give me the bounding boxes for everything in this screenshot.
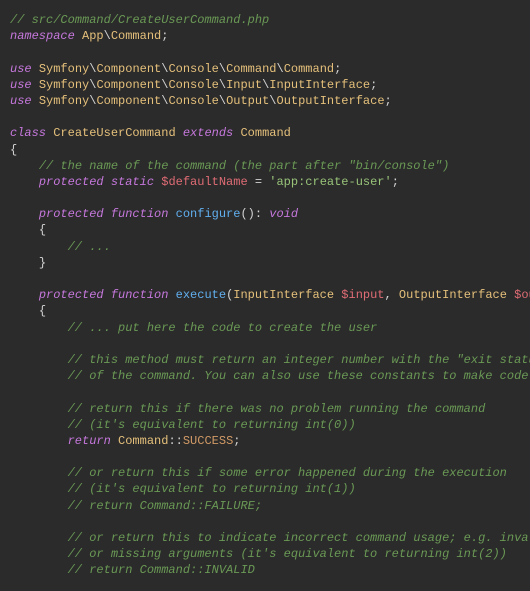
function-name: execute bbox=[176, 288, 226, 302]
comment-line: // (it's equivalent to returning int(0)) bbox=[68, 418, 356, 432]
use-path: Console bbox=[168, 62, 218, 76]
comment-line: // or missing arguments (it's equivalent… bbox=[68, 547, 507, 561]
keyword-extends: extends bbox=[183, 126, 233, 140]
class-name: CreateUserCommand bbox=[53, 126, 175, 140]
comment-line: // or return this if some error happened… bbox=[68, 466, 507, 480]
use-path: Symfony bbox=[39, 94, 89, 108]
keyword-use: use bbox=[10, 62, 32, 76]
param-type: OutputInterface bbox=[399, 288, 507, 302]
use-path: OutputInterface bbox=[277, 94, 385, 108]
keyword-use: use bbox=[10, 94, 32, 108]
keyword-static: static bbox=[111, 175, 154, 189]
use-path: Symfony bbox=[39, 62, 89, 76]
return-type: void bbox=[269, 207, 298, 221]
comment-line: // return Command::INVALID bbox=[68, 563, 255, 577]
use-path: Component bbox=[96, 78, 161, 92]
use-path: Console bbox=[168, 78, 218, 92]
string-literal: 'app:create-user' bbox=[269, 175, 391, 189]
use-path: Symfony bbox=[39, 78, 89, 92]
param-var: $output bbox=[514, 288, 530, 302]
namespace-path: Command bbox=[111, 29, 161, 43]
comment-line: // this method must return an integer nu… bbox=[68, 353, 530, 367]
comment-line: // return Command::FAILURE; bbox=[68, 499, 262, 513]
keyword-protected: protected bbox=[39, 207, 104, 221]
class-name: Command bbox=[240, 126, 290, 140]
namespace-path: App bbox=[82, 29, 104, 43]
use-path: Component bbox=[96, 62, 161, 76]
comment-line: // src/Command/CreateUserCommand.php bbox=[10, 13, 269, 27]
variable: $defaultName bbox=[161, 175, 247, 189]
comment-line: // of the command. You can also use thes… bbox=[68, 369, 530, 383]
param-type: InputInterface bbox=[233, 288, 334, 302]
class-ref: Command bbox=[118, 434, 168, 448]
use-path: Command bbox=[284, 62, 334, 76]
comment-line: // ... put here the code to create the u… bbox=[68, 321, 378, 335]
function-name: configure bbox=[176, 207, 241, 221]
use-path: Component bbox=[96, 94, 161, 108]
use-path: InputInterface bbox=[269, 78, 370, 92]
keyword-protected: protected bbox=[39, 288, 104, 302]
keyword-function: function bbox=[111, 207, 169, 221]
use-path: Input bbox=[226, 78, 262, 92]
use-path: Console bbox=[168, 94, 218, 108]
comment-line: // or return this to indicate incorrect … bbox=[68, 531, 530, 545]
keyword-protected: protected bbox=[39, 175, 104, 189]
keyword-return: return bbox=[68, 434, 111, 448]
keyword-function: function bbox=[111, 288, 169, 302]
comment-line: // return this if there was no problem r… bbox=[68, 402, 486, 416]
php-source-code: // src/Command/CreateUserCommand.php nam… bbox=[0, 0, 530, 591]
keyword-class: class bbox=[10, 126, 46, 140]
comment-line: // the name of the command (the part aft… bbox=[39, 159, 449, 173]
keyword-namespace: namespace bbox=[10, 29, 75, 43]
use-path: Command bbox=[226, 62, 276, 76]
param-var: $input bbox=[341, 288, 384, 302]
constant: SUCCESS bbox=[183, 434, 233, 448]
comment-line: // (it's equivalent to returning int(1)) bbox=[68, 482, 356, 496]
comment-line: // ... bbox=[68, 240, 111, 254]
keyword-use: use bbox=[10, 78, 32, 92]
use-path: Output bbox=[226, 94, 269, 108]
